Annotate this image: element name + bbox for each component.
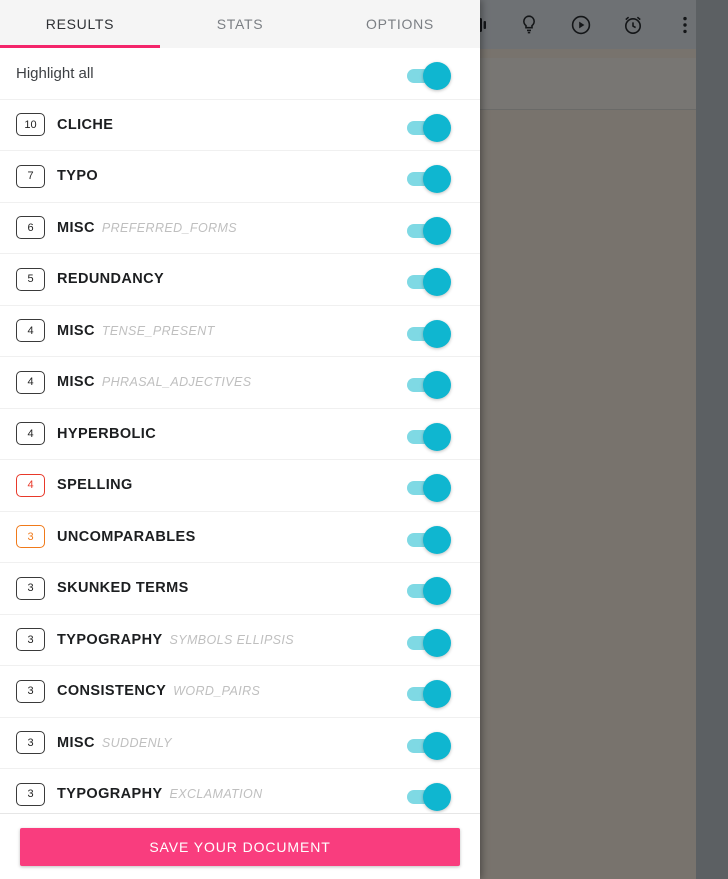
rule-name-label: HYPERBOLIC [57,425,157,442]
rule-subtype-label: PREFERRED_FORMS [101,220,238,235]
rule-name-label: CLICHE [57,116,114,133]
toggle-knob [423,268,451,297]
rule-toggle[interactable] [407,113,451,142]
rule-name-label: TYPOGRAPHY [57,631,163,648]
toggle-knob [423,577,451,606]
rule-count-badge: 6 [16,216,45,240]
toggle-knob [423,422,451,451]
rule-name-label: CONSISTENCY [57,683,167,700]
tab-label: OPTIONS [366,16,434,32]
rule-name-label: TYPOGRAPHY [57,786,163,803]
toggle-knob [423,680,451,709]
rule-row[interactable]: 3 TYPOGRAPHY SYMBOLS ELLIPSIS [0,615,480,666]
rule-row[interactable]: 4 HYPERBOLIC [0,409,480,460]
rule-toggle[interactable] [407,165,451,194]
rule-subtype-label: SUDDENLY [101,735,172,750]
rule-subtype-label: TENSE_PRESENT [101,323,215,338]
rule-row[interactable]: 6 MISC PREFERRED_FORMS [0,203,480,254]
rule-row[interactable]: 10 CLICHE [0,100,480,151]
rule-count-badge: 5 [16,267,45,291]
tab-stats[interactable]: STATS [160,0,320,48]
overflow-menu-icon[interactable] [672,12,698,38]
rule-name-label: MISC [57,374,95,391]
rule-toggle[interactable] [407,783,451,812]
rule-row[interactable]: 4 SPELLING [0,460,480,512]
rule-name-label: MISC [57,219,95,236]
rule-toggle[interactable] [407,628,451,657]
rule-row[interactable]: 3 CONSISTENCY WORD_PAIRS [0,666,480,718]
rule-row[interactable]: 3 SKUNKED TERMS [0,563,480,615]
save-document-button[interactable]: SAVE YOUR DOCUMENT [20,827,460,866]
rule-count-badge: 7 [16,164,45,188]
rule-count-badge: 10 [16,113,45,137]
rule-toggle[interactable] [407,422,451,451]
rule-name-label: REDUNDANCY [57,271,165,288]
rule-toggle[interactable] [407,680,451,709]
toggle-knob [423,371,451,400]
rule-count-badge: 3 [16,782,45,806]
rule-row[interactable]: 7 TYPO [0,151,480,203]
highlight-all-toggle[interactable] [407,62,451,91]
highlight-all-row[interactable]: Highlight all [0,48,480,100]
lightbulb-icon[interactable] [516,12,542,38]
rule-count-badge: 3 [16,576,45,600]
rule-name-label: SKUNKED TERMS [57,580,189,597]
rule-toggle[interactable] [407,371,451,400]
window-right-edge [696,0,712,879]
tab-label: RESULTS [45,16,115,32]
toggle-knob [423,165,451,194]
toggle-knob [423,113,451,142]
toggle-knob [423,628,451,657]
rule-name-label: UNCOMPARABLES [57,528,196,545]
rule-toggle[interactable] [407,216,451,245]
rule-row[interactable]: 4 MISC PHRASAL_ADJECTIVES [0,357,480,409]
toggle-knob [423,525,451,554]
rule-count-badge: 3 [16,628,45,652]
screen: GENERAL SETTINGS to start a sentence isn… [0,0,728,879]
rule-toggle[interactable] [407,731,451,760]
rule-toggle[interactable] [407,319,451,348]
rule-count-badge: 4 [16,319,45,343]
toggle-knob [423,319,451,348]
play-circle-icon[interactable] [568,12,594,38]
rule-toggle[interactable] [407,525,451,554]
rule-count-badge: 4 [16,473,45,497]
rule-row[interactable]: 4 MISC TENSE_PRESENT [0,306,480,357]
panel-footer: SAVE YOUR DOCUMENT [0,813,480,879]
alarm-clock-icon[interactable] [620,12,646,38]
toggle-knob [423,62,451,91]
rule-row[interactable]: 5 REDUNDANCY [0,254,480,306]
rule-row[interactable]: 3 MISC SUDDENLY [0,718,480,769]
rule-toggle[interactable] [407,268,451,297]
toggle-knob [423,731,451,760]
rule-toggle[interactable] [407,474,451,503]
rule-name-label: MISC [57,734,95,751]
rule-row[interactable]: 3 TYPOGRAPHY EXCLAMATION [0,769,480,813]
rule-count-badge: 3 [16,679,45,703]
tab-label: STATS [216,16,264,32]
rules-list: Highlight all 10 CLICHE 7 TYPO 6 MISC PREFERRE… [0,48,480,813]
rule-count-badge: 3 [16,525,45,549]
toggle-knob [423,783,451,812]
rule-name-label: MISC [57,322,95,339]
rule-subtype-label: PHRASAL_ADJECTIVES [101,375,252,390]
highlight-all-label: Highlight all [16,64,94,82]
rule-name-label: TYPO [57,168,99,185]
tab-options[interactable]: OPTIONS [320,0,480,48]
panel-tabbar: RESULTS STATS OPTIONS [0,0,480,48]
rule-count-badge: 4 [16,422,45,446]
rule-row[interactable]: 3 UNCOMPARABLES [0,512,480,563]
rule-subtype-label: SYMBOLS ELLIPSIS [169,632,295,647]
tab-results[interactable]: RESULTS [0,0,160,48]
rule-subtype-label: WORD_PAIRS [173,684,261,699]
rule-name-label: SPELLING [57,477,133,494]
rule-count-badge: 4 [16,370,45,394]
results-panel: RESULTS STATS OPTIONS Highlight all 10 CLIC… [0,0,480,879]
rule-toggle[interactable] [407,577,451,606]
toggle-knob [423,216,451,245]
rule-count-badge: 3 [16,731,45,755]
rule-subtype-label: EXCLAMATION [169,787,263,802]
toggle-knob [423,474,451,503]
